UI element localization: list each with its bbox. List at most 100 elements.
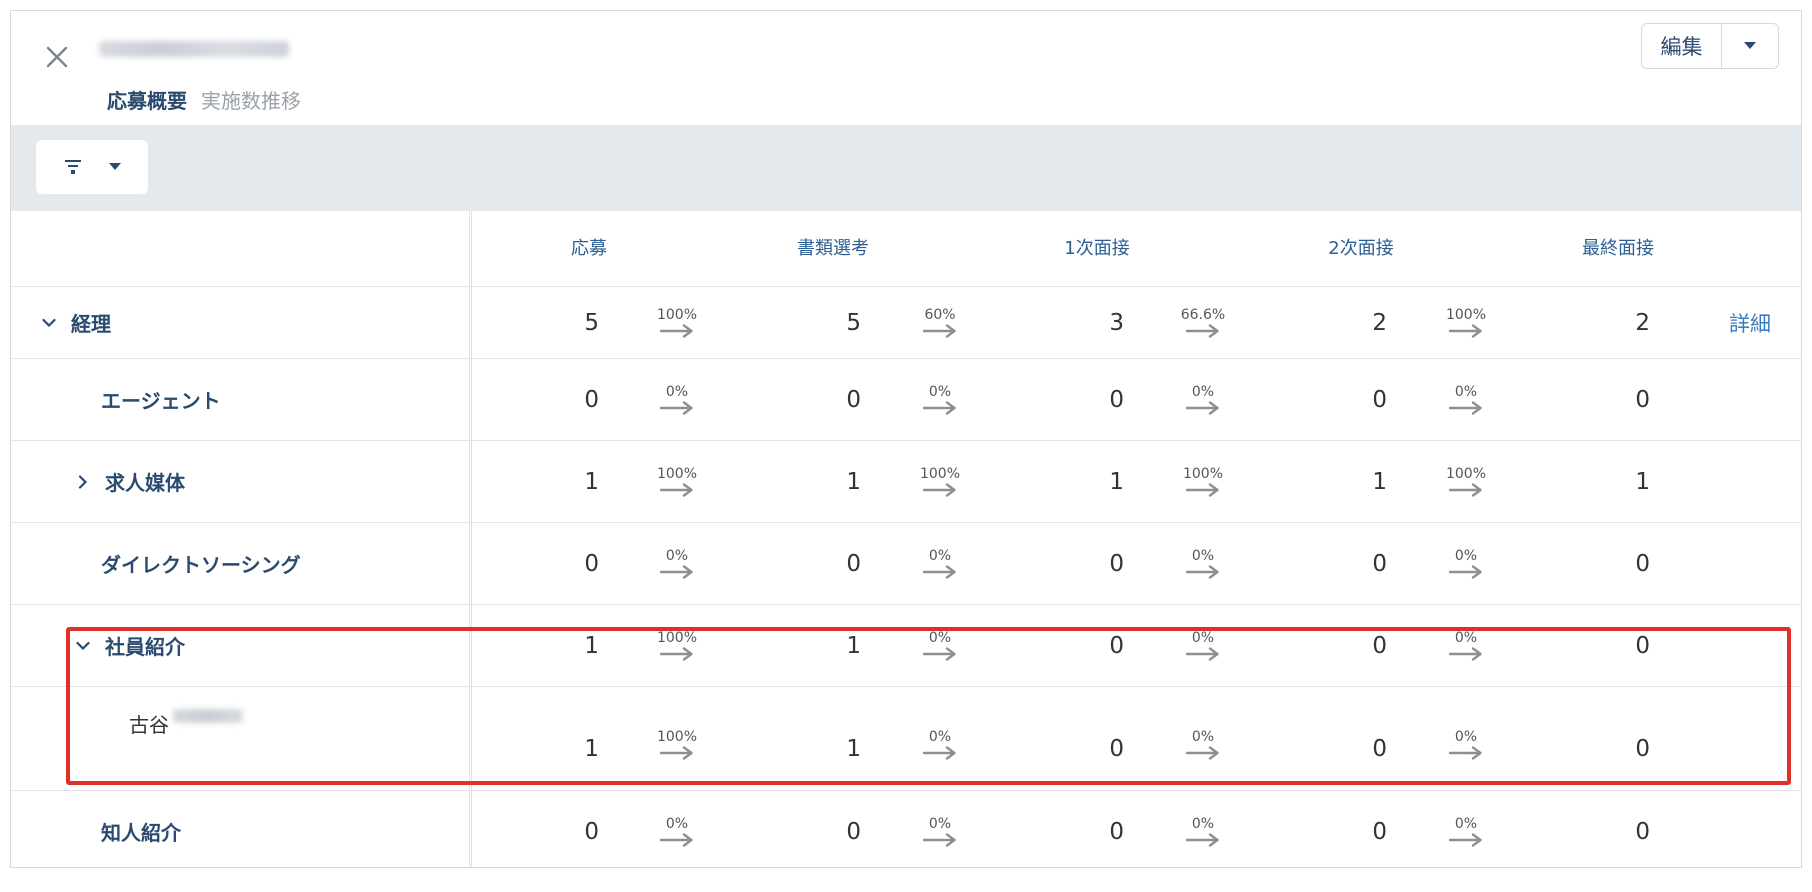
row-label-text[interactable]: 社員紹介: [105, 631, 185, 660]
stage-count: 3: [1109, 309, 1124, 336]
conversion-rate: 100%: [647, 441, 707, 522]
arrow-right-icon: [1186, 400, 1219, 415]
conversion-rate-label: 0%: [928, 547, 952, 564]
arrow-right-icon: [1449, 646, 1482, 661]
stage-count: 0: [1372, 736, 1387, 762]
column-header: 最終面接: [1582, 238, 1654, 259]
stage-count: 0: [1109, 736, 1124, 762]
edit-dropdown-button[interactable]: [1722, 24, 1778, 68]
row-label-text[interactable]: 求人媒体: [105, 467, 185, 496]
column-divider: [469, 211, 472, 867]
conversion-rate-label: 100%: [656, 306, 698, 323]
chevron-down-icon[interactable]: [39, 313, 59, 333]
tab-bar: 応募概要 実施数推移: [107, 85, 301, 129]
filter-bar: [11, 125, 1801, 211]
row-label: エージェント: [101, 359, 221, 440]
arrow-right-icon: [660, 400, 693, 415]
stage-count: 0: [846, 386, 861, 413]
conversion-rate: 66.6%: [1173, 287, 1233, 358]
stage-count: 0: [1372, 632, 1387, 659]
arrow-right-icon: [1186, 323, 1219, 338]
stage-count: 0: [1109, 818, 1124, 845]
column-header: 応募: [571, 238, 607, 259]
tab-implementation-trend[interactable]: 実施数推移: [201, 85, 301, 129]
stage-count: 0: [1635, 386, 1650, 413]
conversion-rate-label: 0%: [1454, 629, 1478, 646]
stage-count: 5: [846, 309, 861, 336]
conversion-rate: 0%: [1173, 523, 1233, 604]
stage-count: 1: [1635, 468, 1650, 495]
stage-count: 2: [1372, 309, 1387, 336]
conversion-rate: 100%: [1173, 441, 1233, 522]
conversion-rate: 0%: [1436, 523, 1496, 604]
edit-button[interactable]: 編集: [1642, 24, 1722, 68]
conversion-rate-label: 0%: [1191, 815, 1215, 832]
stage-count: 0: [1372, 818, 1387, 845]
conversion-rate-label: 60%: [924, 306, 956, 323]
stage-count: 1: [1372, 468, 1387, 495]
stage-count: 0: [584, 818, 599, 845]
arrow-right-icon: [923, 746, 956, 760]
edit-button-group: 編集: [1641, 23, 1779, 69]
table-row: ダイレクトソーシング 0 0 0 0 0 0% 0% 0% 0%: [11, 523, 1801, 605]
arrow-right-icon: [1449, 746, 1482, 760]
arrow-right-icon: [1186, 746, 1219, 760]
arrow-right-icon: [1449, 400, 1482, 415]
detail-link[interactable]: 詳細: [1729, 287, 1771, 358]
row-label-text: 古谷: [129, 713, 169, 737]
conversion-rate: 0%: [910, 359, 970, 440]
panel: 応募概要 実施数推移 編集 応募 書類選考 1次面接 2次面接 最終面接 経理 5…: [10, 10, 1802, 868]
stage-count: 0: [1109, 386, 1124, 413]
tab-application-summary[interactable]: 応募概要: [107, 85, 187, 129]
stage-count: 1: [584, 736, 599, 762]
conversion-rate: 0%: [1173, 605, 1233, 686]
stage-count: 0: [1635, 736, 1650, 762]
chevron-right-icon[interactable]: [73, 472, 93, 492]
arrow-right-icon: [660, 832, 693, 847]
stage-count: 0: [1635, 550, 1650, 577]
conversion-rate-label: 66.6%: [1180, 306, 1226, 323]
arrow-right-icon: [923, 832, 956, 847]
conversion-rate-label: 0%: [665, 547, 689, 564]
stage-count: 0: [846, 818, 861, 845]
conversion-rate-label: 100%: [1445, 306, 1487, 323]
conversion-rate-label: 100%: [1182, 465, 1224, 482]
stage-count: 0: [1372, 386, 1387, 413]
row-label: 経理: [39, 287, 111, 358]
arrow-right-icon: [660, 646, 693, 661]
row-label: 社員紹介: [73, 605, 185, 686]
row-label: ダイレクトソーシング: [101, 523, 301, 604]
arrow-right-icon: [1186, 482, 1219, 497]
table-row: 古谷 1 1 0 0 0 100% 0% 0% 0%: [11, 687, 1801, 791]
table-body: 経理 5 5 3 2 2 100% 60% 66.6% 100% 詳細 エージェント 0 0 0 0 0 0% 0%…: [11, 287, 1801, 867]
conversion-rate-label: 100%: [1445, 465, 1487, 482]
filter-icon: [64, 160, 81, 174]
conversion-rate: 60%: [910, 287, 970, 358]
filter-button[interactable]: [36, 140, 148, 194]
row-label-text[interactable]: 経理: [71, 308, 111, 337]
arrow-right-icon: [660, 323, 693, 338]
conversion-rate: 0%: [910, 605, 970, 686]
stage-count: 0: [1372, 550, 1387, 577]
conversion-rate-label: 0%: [1191, 729, 1215, 745]
arrow-right-icon: [923, 323, 956, 338]
stage-count: 0: [846, 550, 861, 577]
caret-down-icon: [108, 163, 121, 170]
conversion-rate-label: 0%: [928, 383, 952, 400]
table-row: 求人媒体 1 1 1 1 1 100% 100% 100% 100%: [11, 441, 1801, 523]
conversion-rate-label: 100%: [919, 465, 961, 482]
conversion-rate-label: 0%: [1191, 629, 1215, 646]
stage-count: 1: [846, 736, 861, 762]
conversion-rate: 0%: [1173, 359, 1233, 440]
conversion-rate-label: 0%: [928, 629, 952, 646]
arrow-right-icon: [923, 646, 956, 661]
close-button[interactable]: [33, 33, 81, 81]
conversion-rate: 100%: [647, 687, 707, 790]
conversion-rate-label: 0%: [1454, 729, 1478, 745]
conversion-rate-label: 100%: [656, 465, 698, 482]
conversion-rate: 100%: [910, 441, 970, 522]
stage-count: 1: [1109, 468, 1124, 495]
row-label-text: エージェント: [101, 389, 221, 413]
chevron-down-icon[interactable]: [73, 636, 93, 656]
conversion-rate-label: 0%: [928, 729, 952, 745]
